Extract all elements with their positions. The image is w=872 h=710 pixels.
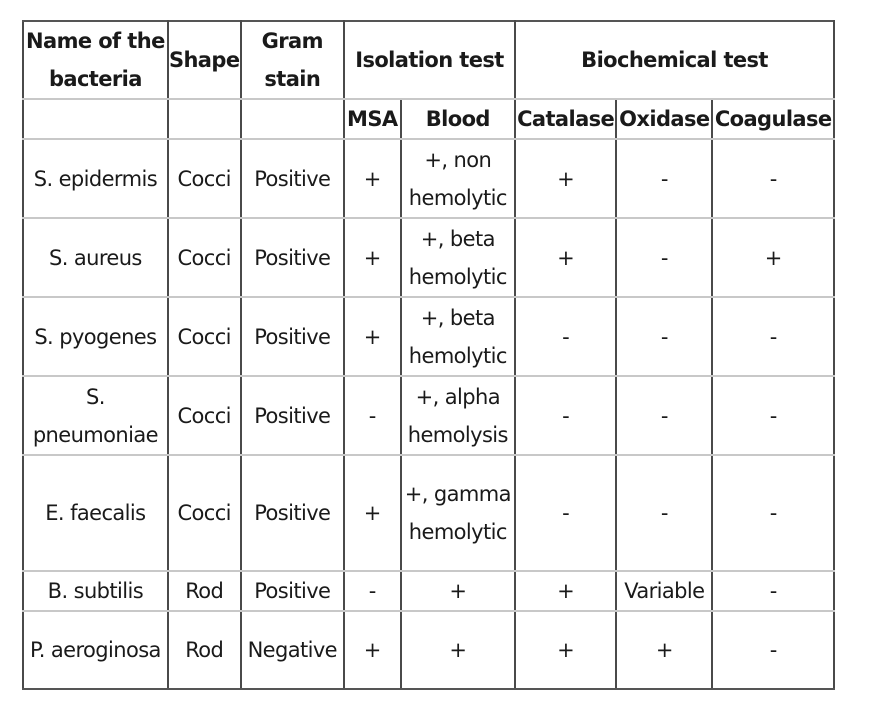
cell-oxidase: - bbox=[615, 454, 714, 572]
header-biochemical-test: Biochemical test bbox=[514, 20, 835, 100]
cell-shape: Cocci bbox=[166, 217, 242, 298]
cell-oxidase: - bbox=[615, 217, 714, 298]
cell-coagulase: + bbox=[711, 217, 835, 298]
cell-msa: + bbox=[342, 217, 402, 298]
cell-msa: - bbox=[342, 570, 402, 612]
cell-name: B. subtilis bbox=[22, 570, 169, 612]
cell-catalase: - bbox=[514, 375, 618, 456]
header-row-main: Name of the bacteria Shape Gram stain Is… bbox=[22, 20, 835, 100]
cell-shape: Cocci bbox=[166, 375, 242, 456]
cell-blood: +, gamma hemolytic bbox=[399, 454, 517, 572]
cell-blood: + bbox=[399, 610, 517, 690]
cell-coagulase: - bbox=[711, 375, 835, 456]
cell-coagulase: - bbox=[711, 610, 835, 690]
cell-coagulase: - bbox=[711, 454, 835, 572]
cell-shape: Rod bbox=[166, 570, 242, 612]
header-coagulase: Coagulase bbox=[711, 98, 835, 140]
cell-blood: +, beta hemolytic bbox=[399, 217, 517, 298]
table-row: P. aeroginosa Rod Negative + + + + - bbox=[22, 610, 835, 690]
header-empty-name bbox=[22, 98, 169, 140]
cell-gram: Positive bbox=[239, 375, 345, 456]
cell-msa: + bbox=[342, 610, 402, 690]
cell-catalase: + bbox=[514, 570, 618, 612]
cell-coagulase: - bbox=[711, 570, 835, 612]
header-empty-gram bbox=[239, 98, 345, 140]
header-oxidase: Oxidase bbox=[615, 98, 714, 140]
cell-blood: +, non hemolytic bbox=[399, 138, 517, 219]
table-row: S. pneumoniae Cocci Positive - +, alpha … bbox=[22, 375, 835, 456]
cell-catalase: + bbox=[514, 217, 618, 298]
cell-name: S. aureus bbox=[22, 217, 169, 298]
cell-msa: + bbox=[342, 138, 402, 219]
cell-blood: +, alpha hemolysis bbox=[399, 375, 517, 456]
cell-name: P. aeroginosa bbox=[22, 610, 169, 690]
header-empty-shape bbox=[166, 98, 242, 140]
bacteria-identification-table: Name of the bacteria Shape Gram stain Is… bbox=[22, 20, 835, 690]
cell-name: S. pneumoniae bbox=[22, 375, 169, 456]
table-row: S. pyogenes Cocci Positive + +, beta hem… bbox=[22, 296, 835, 377]
table-row: S. epidermis Cocci Positive + +, non hem… bbox=[22, 138, 835, 219]
cell-catalase: - bbox=[514, 296, 618, 377]
header-blood: Blood bbox=[399, 98, 517, 140]
cell-shape: Rod bbox=[166, 610, 242, 690]
cell-name: S. epidermis bbox=[22, 138, 169, 219]
cell-catalase: + bbox=[514, 610, 618, 690]
cell-shape: Cocci bbox=[166, 296, 242, 377]
cell-oxidase: Variable bbox=[615, 570, 714, 612]
cell-catalase: + bbox=[514, 138, 618, 219]
cell-blood: +, beta hemolytic bbox=[399, 296, 517, 377]
cell-shape: Cocci bbox=[166, 138, 242, 219]
header-catalase: Catalase bbox=[514, 98, 618, 140]
cell-msa: + bbox=[342, 454, 402, 572]
header-gram-stain: Gram stain bbox=[239, 20, 345, 100]
cell-name: E. faecalis bbox=[22, 454, 169, 572]
table-row: S. aureus Cocci Positive + +, beta hemol… bbox=[22, 217, 835, 298]
cell-gram: Negative bbox=[239, 610, 345, 690]
cell-coagulase: - bbox=[711, 296, 835, 377]
cell-oxidase: - bbox=[615, 296, 714, 377]
cell-gram: Positive bbox=[239, 217, 345, 298]
cell-coagulase: - bbox=[711, 138, 835, 219]
cell-gram: Positive bbox=[239, 570, 345, 612]
header-shape: Shape bbox=[166, 20, 242, 100]
table-row: B. subtilis Rod Positive - + + Variable … bbox=[22, 570, 835, 612]
cell-catalase: - bbox=[514, 454, 618, 572]
cell-gram: Positive bbox=[239, 454, 345, 572]
header-row-sub: MSA Blood Catalase Oxidase Coagulase bbox=[22, 98, 835, 140]
cell-oxidase: - bbox=[615, 138, 714, 219]
cell-shape: Cocci bbox=[166, 454, 242, 572]
cell-oxidase: - bbox=[615, 375, 714, 456]
cell-msa: + bbox=[342, 296, 402, 377]
cell-gram: Positive bbox=[239, 296, 345, 377]
cell-name: S. pyogenes bbox=[22, 296, 169, 377]
cell-blood: + bbox=[399, 570, 517, 612]
header-isolation-test: Isolation test bbox=[342, 20, 517, 100]
cell-gram: Positive bbox=[239, 138, 345, 219]
header-name: Name of the bacteria bbox=[22, 20, 169, 100]
header-msa: MSA bbox=[342, 98, 402, 140]
table-row: E. faecalis Cocci Positive + +, gamma he… bbox=[22, 454, 835, 572]
cell-msa: - bbox=[342, 375, 402, 456]
cell-oxidase: + bbox=[615, 610, 714, 690]
